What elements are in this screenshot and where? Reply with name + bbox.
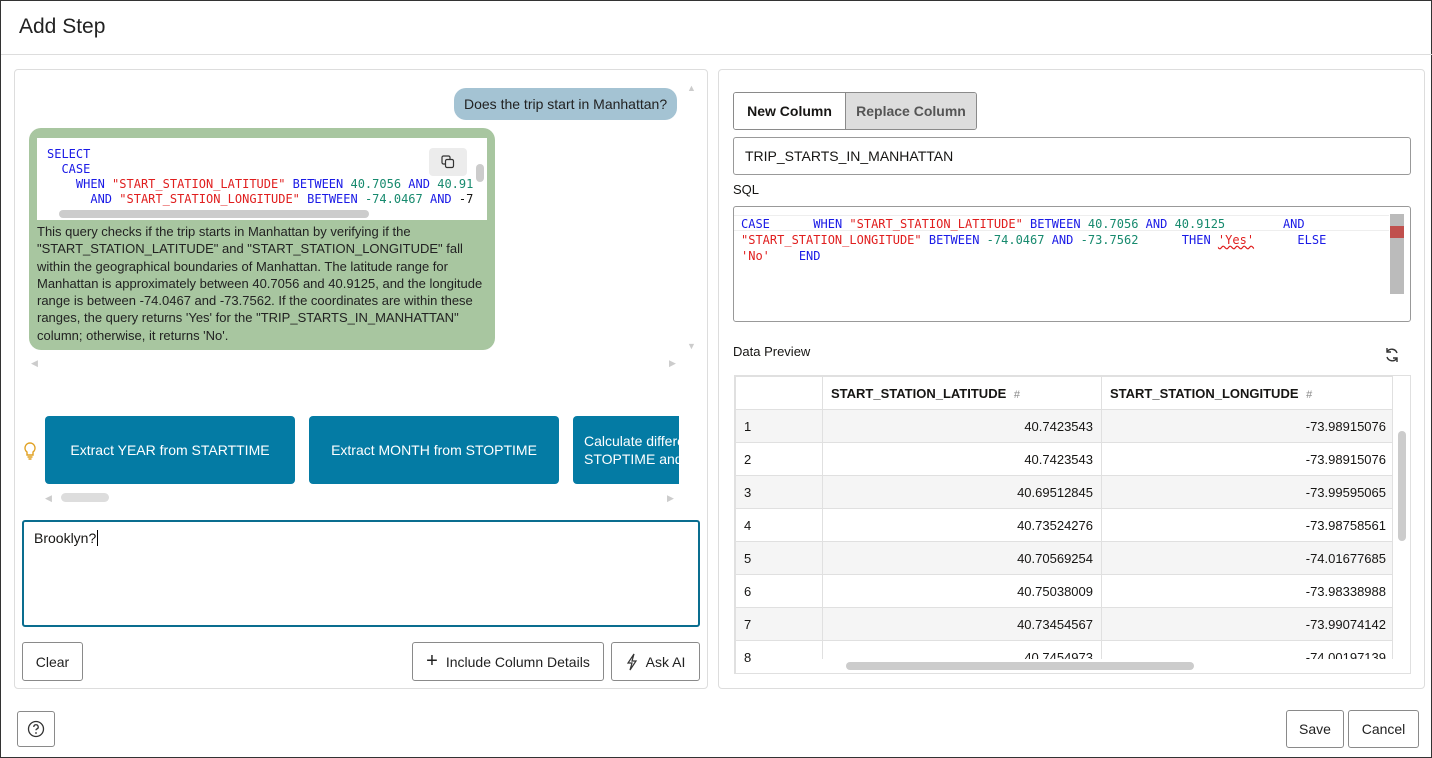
copy-icon — [441, 155, 455, 169]
save-button[interactable]: Save — [1286, 710, 1344, 748]
suggestions-scroll-right[interactable]: ▶ — [667, 493, 674, 504]
sql-label: SQL — [733, 182, 760, 197]
help-icon — [27, 720, 45, 738]
lightning-icon — [626, 653, 637, 670]
chat-scroll-up[interactable]: ▲ — [687, 83, 696, 93]
snippet-vscrollbar[interactable] — [476, 164, 484, 182]
data-preview-table: START_STATION_LATITUDE # START_STATION_L… — [734, 375, 1411, 674]
sql-line: WHEN "START_STATION_LATITUDE" BETWEEN 40… — [75, 177, 474, 191]
table-cell: 40.73524276 — [822, 508, 1102, 542]
suggestion-button[interactable]: Extract YEAR from STARTTIME — [45, 416, 295, 484]
table-cell: -73.98338988 — [1101, 574, 1395, 608]
row-index: 5 — [735, 541, 823, 575]
snippet-scrollbar[interactable] — [59, 210, 369, 218]
table-row[interactable]: 7 40.73454567 -73.99074142 — [735, 607, 1395, 641]
table-header-row: START_STATION_LATITUDE # START_STATION_L… — [735, 376, 1395, 410]
clear-button[interactable]: Clear — [22, 642, 83, 681]
row-index: 7 — [735, 607, 823, 641]
text-cursor — [97, 530, 99, 546]
tab-replace-column[interactable]: Replace Column — [845, 93, 976, 129]
table-cell: -73.98758561 — [1101, 508, 1395, 542]
user-message: Does the trip start in Manhattan? — [454, 88, 678, 120]
table-cell: 40.75038009 — [822, 574, 1102, 608]
table-cell: 40.7423543 — [822, 442, 1102, 476]
table-cell: -74.01677685 — [1101, 541, 1395, 575]
row-index: 3 — [735, 475, 823, 509]
button-label: Ask AI — [645, 653, 686, 670]
suggestions-strip: Extract YEAR from STARTTIME Extract MONT… — [45, 416, 679, 484]
tab-new-column[interactable]: New Column — [734, 93, 845, 129]
table-row[interactable]: 4 40.73524276 -73.98758561 — [735, 508, 1395, 542]
table-cell: -73.99595065 — [1101, 475, 1395, 509]
error-marker — [1390, 226, 1404, 238]
table-row[interactable]: 6 40.75038009 -73.98338988 — [735, 574, 1395, 608]
table-vscroll-thumb[interactable] — [1398, 431, 1406, 541]
data-preview-label: Data Preview — [733, 344, 811, 359]
chat-scroll-down[interactable]: ▼ — [687, 341, 696, 351]
prompt-input[interactable]: Brooklyn? — [22, 520, 700, 627]
help-button[interactable] — [17, 711, 55, 747]
table-row[interactable]: 3 40.69512845 -73.99595065 — [735, 475, 1395, 509]
sql-line: SELECT — [47, 147, 91, 161]
ai-sql-snippet: SELECT CASE WHEN "START_STATION_LATITUDE… — [37, 138, 487, 220]
ai-explanation: This query checks if the trip starts in … — [37, 224, 483, 343]
column-header-label: START_STATION_LONGITUDE — [1110, 385, 1299, 401]
refresh-icon[interactable] — [1384, 347, 1400, 363]
row-index: 2 — [735, 442, 823, 476]
table-row[interactable]: 5 40.70569254 -74.01677685 — [735, 541, 1395, 575]
ask-ai-button[interactable]: Ask AI — [611, 642, 700, 681]
table-cell: 40.70569254 — [822, 541, 1102, 575]
lightbulb-icon — [24, 442, 36, 460]
table-cell: -73.98915076 — [1101, 409, 1395, 443]
ai-response: SELECT CASE WHEN "START_STATION_LATITUDE… — [29, 128, 495, 350]
sql-editor[interactable]: CASE WHEN "START_STATION_LATITUDE" BETWE… — [733, 206, 1411, 322]
row-index: 8 — [735, 640, 823, 673]
table-hscroll[interactable] — [822, 659, 1394, 673]
row-index: 6 — [735, 574, 823, 608]
column-header-label: START_STATION_LATITUDE — [831, 385, 1007, 401]
column-header[interactable]: START_STATION_LATITUDE # — [822, 376, 1102, 410]
table-cell: -73.98915076 — [1101, 442, 1395, 476]
include-column-details-button[interactable]: + Include Column Details — [412, 642, 604, 681]
prompt-input-value: Brooklyn? — [34, 530, 97, 546]
button-label: Include Column Details — [445, 653, 590, 670]
table-row[interactable]: 2 40.7423543 -73.98915076 — [735, 442, 1395, 476]
column-mode-toggle: New Column Replace Column — [733, 92, 977, 130]
table-cell: 40.7423543 — [822, 409, 1102, 443]
suggestions-scroll-left[interactable]: ◀ — [45, 493, 52, 504]
table-row[interactable]: 1 40.7423543 -73.98915076 — [735, 409, 1395, 443]
table-cell: 40.73454567 — [822, 607, 1102, 641]
sql-code: CASE WHEN "START_STATION_LATITUDE" BETWE… — [741, 217, 1327, 263]
table-cell: -73.99074142 — [1101, 607, 1395, 641]
chat-scroll-left[interactable]: ◀ — [31, 358, 38, 369]
table-vscroll[interactable] — [1392, 376, 1410, 673]
table-hscroll-thumb[interactable] — [846, 662, 1194, 670]
suggestions-scrollbar[interactable] — [61, 493, 109, 502]
plus-icon: + — [426, 650, 438, 672]
chat-scroll-right[interactable]: ▶ — [669, 358, 676, 369]
sql-line: AND "START_STATION_LONGITUDE" BETWEEN -7… — [90, 192, 474, 206]
copy-button[interactable] — [429, 148, 467, 176]
suggestion-button[interactable]: Extract MONTH from STOPTIME — [309, 416, 559, 484]
number-type-icon: # — [1013, 388, 1021, 401]
index-header — [735, 376, 823, 410]
column-name-input[interactable]: TRIP_STARTS_IN_MANHATTAN — [733, 137, 1411, 175]
sql-scrollbar[interactable] — [1390, 214, 1404, 294]
suggestion-button[interactable]: Calculate difference between STOPTIME an… — [573, 416, 679, 484]
column-header[interactable]: START_STATION_LONGITUDE # — [1101, 376, 1395, 410]
divider — [1, 54, 1432, 55]
sql-line: CASE — [47, 162, 91, 176]
cancel-button[interactable]: Cancel — [1348, 710, 1419, 748]
number-type-icon: # — [1306, 388, 1313, 401]
dialog-title: Add Step — [19, 15, 106, 38]
row-index: 1 — [735, 409, 823, 443]
table-cell: 40.69512845 — [822, 475, 1102, 509]
row-index: 4 — [735, 508, 823, 542]
